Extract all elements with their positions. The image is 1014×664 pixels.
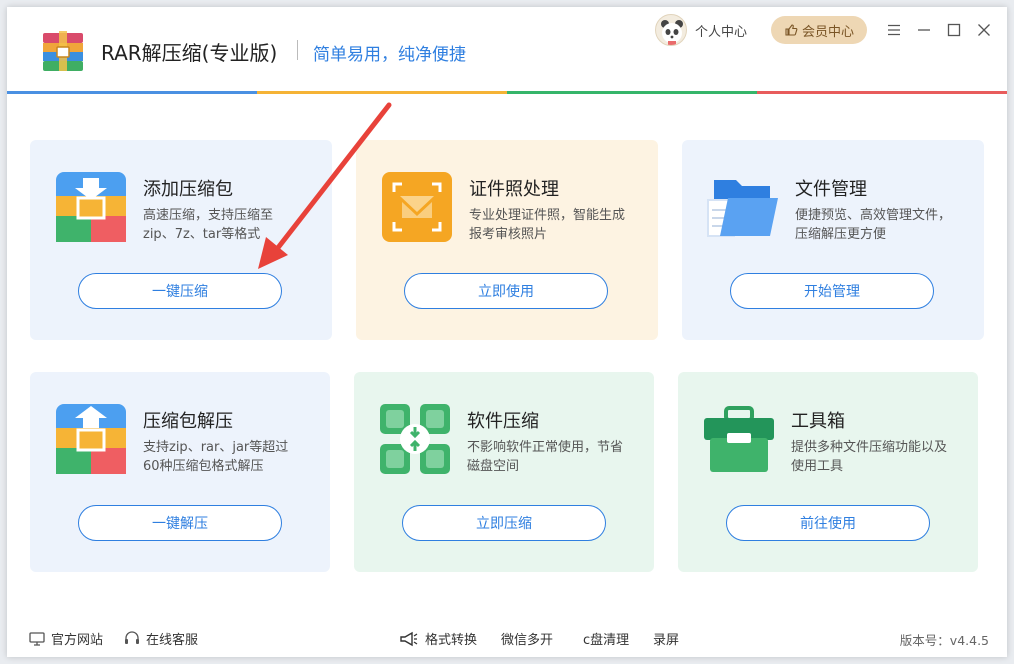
- card-title: 文件管理: [795, 179, 867, 200]
- compress-button[interactable]: 一键压缩: [78, 273, 282, 309]
- card-title: 添加压缩包: [143, 179, 233, 200]
- card-title: 工具箱: [791, 411, 845, 432]
- wechat-multi-link[interactable]: 微信多开: [501, 629, 553, 648]
- maximize-icon[interactable]: [944, 20, 964, 40]
- menu-icon[interactable]: [884, 20, 904, 40]
- thumbs-up-icon: [785, 24, 798, 36]
- online-support-label: 在线客服: [146, 633, 199, 648]
- add-archive-icon: [56, 172, 126, 242]
- footer-bar: 官方网站 在线客服 格式转换 微信多开 c盘清理 录屏 版本号：v4.4.5: [7, 617, 1007, 657]
- screen-record-label: 录屏: [653, 633, 680, 648]
- card-description: 支持zip、rar、jar等超过60种压缩包格式解压: [143, 440, 289, 474]
- app-slogan: 简单易用，纯净便捷: [313, 45, 466, 65]
- card-extract-archive: 压缩包解压 支持zip、rar、jar等超过60种压缩包格式解压 一键解压: [30, 372, 330, 572]
- card-title: 压缩包解压: [143, 411, 233, 432]
- card-description: 不影响软件正常使用，节省磁盘空间: [467, 440, 624, 474]
- extract-button[interactable]: 一键解压: [78, 505, 282, 541]
- minimize-icon[interactable]: [914, 20, 934, 40]
- card-add-archive: 添加压缩包 高速压缩，支持压缩至zip、7z、tar等格式 一键压缩: [30, 140, 332, 340]
- software-compress-icon: [380, 404, 450, 474]
- app-title: RAR解压缩(专业版): [101, 41, 278, 65]
- go-use-button[interactable]: 前往使用: [726, 505, 930, 541]
- official-website-link[interactable]: 官方网站: [29, 629, 103, 648]
- vip-center-button[interactable]: 会员中心: [771, 16, 867, 44]
- megaphone-icon: [400, 631, 418, 646]
- card-file-manage: 文件管理 便捷预览、高效管理文件，压缩解压更方便 开始管理: [682, 140, 984, 340]
- wechat-multi-label: 微信多开: [501, 633, 554, 648]
- format-convert-label: 格式转换: [425, 633, 478, 648]
- format-convert-link[interactable]: 格式转换: [399, 629, 477, 648]
- card-description: 专业处理证件照，智能生成报考审核照片: [469, 208, 626, 242]
- user-center-label: 个人中心: [695, 24, 748, 40]
- version-label: 版本号：v4.4.5: [899, 633, 989, 648]
- folder-icon: [707, 180, 778, 237]
- vip-center-label: 会员中心: [801, 24, 854, 40]
- user-center-button[interactable]: 个人中心: [655, 13, 747, 47]
- title-bar: RAR解压缩(专业版) 简单易用，纯净便捷 个人中心 会员中心: [7, 7, 1007, 93]
- app-window: RAR解压缩(专业版) 简单易用，纯净便捷 个人中心 会员中心 添加压缩包 高速…: [7, 7, 1007, 657]
- id-photo-icon: [382, 172, 452, 242]
- card-title: 证件照处理: [469, 179, 559, 200]
- online-support-link[interactable]: 在线客服: [124, 629, 198, 648]
- compress-now-button[interactable]: 立即压缩: [402, 505, 606, 541]
- monitor-icon: [29, 631, 45, 646]
- card-description: 便捷预览、高效管理文件，压缩解压更方便: [795, 208, 952, 242]
- color-divider-bar: [7, 91, 1007, 94]
- screen-record-link[interactable]: 录屏: [653, 629, 679, 648]
- card-toolbox: 工具箱 提供多种文件压缩功能以及使用工具 前往使用: [678, 372, 978, 572]
- start-manage-button[interactable]: 开始管理: [730, 273, 934, 309]
- use-now-button[interactable]: 立即使用: [404, 273, 608, 309]
- extract-archive-icon: [56, 404, 126, 474]
- avatar: [655, 14, 687, 46]
- card-id-photo: 证件照处理 专业处理证件照，智能生成报考审核照片 立即使用: [356, 140, 658, 340]
- toolbox-icon: [704, 406, 774, 472]
- official-website-label: 官方网站: [51, 633, 104, 648]
- app-logo-icon: [43, 31, 83, 71]
- c-drive-clean-label: c盘清理: [583, 633, 630, 648]
- headset-icon: [125, 631, 139, 644]
- card-title: 软件压缩: [467, 411, 539, 432]
- card-description: 提供多种文件压缩功能以及使用工具: [791, 440, 948, 474]
- c-drive-clean-link[interactable]: c盘清理: [583, 629, 629, 648]
- card-software-compress: 软件压缩 不影响软件正常使用，节省磁盘空间 立即压缩: [354, 372, 654, 572]
- card-description: 高速压缩，支持压缩至zip、7z、tar等格式: [143, 208, 274, 242]
- title-divider: [297, 40, 298, 60]
- panda-icon: [661, 20, 683, 45]
- close-icon[interactable]: [974, 20, 994, 40]
